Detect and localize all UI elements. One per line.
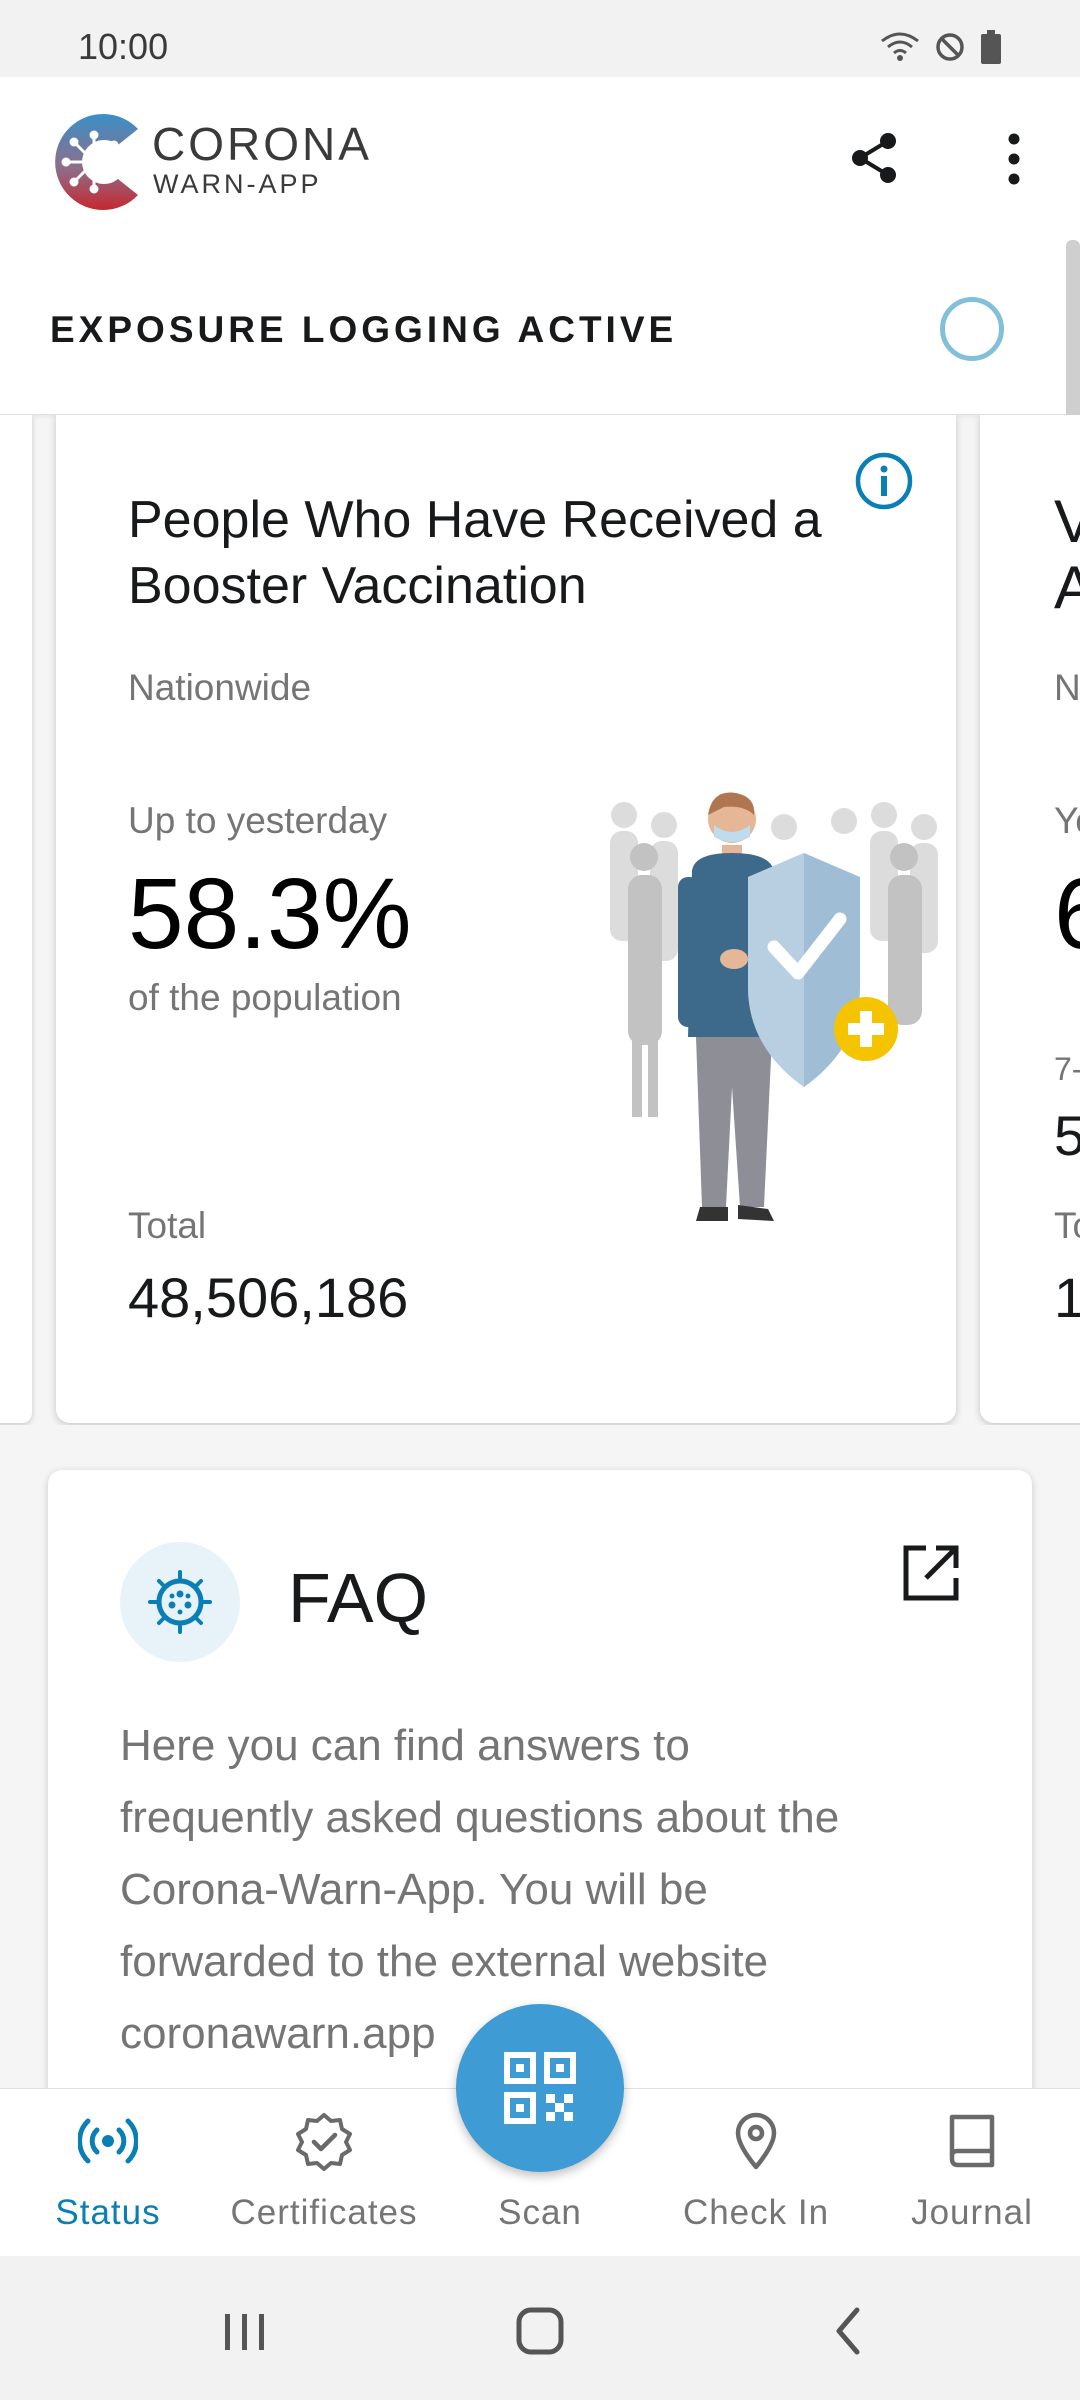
nav-label: Status xyxy=(55,2193,161,2232)
external-link-icon[interactable] xyxy=(898,1540,964,1606)
do-not-disturb-icon xyxy=(936,33,964,61)
card-region: Nationwide xyxy=(128,667,312,708)
peek-text: To xyxy=(1054,1205,1080,1246)
faq-virus-icon xyxy=(120,1542,240,1662)
faq-title: FAQ xyxy=(288,1559,429,1637)
peek-text: 5 xyxy=(1054,1104,1080,1167)
nav-label: Scan xyxy=(498,2193,582,2232)
peek-text: V xyxy=(1054,488,1080,555)
peek-text: 6 xyxy=(1054,857,1080,972)
radio-waves-icon xyxy=(78,2118,138,2164)
exposure-logging-tile[interactable]: EXPOSURE LOGGING ACTIVE xyxy=(0,237,1080,415)
exposure-status-ring-icon xyxy=(940,297,1004,361)
wifi-icon xyxy=(881,32,919,61)
qr-code-icon xyxy=(504,2052,576,2124)
peek-text: Ye xyxy=(1054,800,1080,841)
next-statistics-card[interactable]: V A N Ye 6 7- 5 To 1 xyxy=(980,415,1080,1423)
peek-text: 7- xyxy=(1054,1051,1080,1087)
book-icon xyxy=(949,2114,995,2168)
nav-label: Journal xyxy=(911,2193,1033,2232)
card-title: People Who Have Received a Booster Vacci… xyxy=(128,491,822,615)
nav-check-in[interactable]: Check In xyxy=(648,2089,864,2257)
badge-check-icon xyxy=(296,2113,352,2171)
recent-apps-icon[interactable] xyxy=(210,2296,280,2366)
card-subtext: of the population xyxy=(128,977,402,1018)
status-icons xyxy=(880,30,1002,64)
status-bar: 10:00 xyxy=(0,0,1080,77)
logo-subtitle: WARN-APP xyxy=(153,169,322,199)
app-bar: CORONA WARN-APP xyxy=(0,77,1080,237)
battery-icon xyxy=(981,30,1001,64)
nav-certificates[interactable]: Certificates xyxy=(216,2089,432,2257)
booster-percentage: 58.3% xyxy=(128,858,412,970)
total-label: Total xyxy=(128,1205,207,1246)
nav-journal[interactable]: Journal xyxy=(864,2089,1080,2257)
exposure-logging-label: EXPOSURE LOGGING ACTIVE xyxy=(50,309,678,350)
peek-text: A xyxy=(1054,554,1080,621)
scan-qr-button[interactable] xyxy=(456,2004,624,2172)
booster-person-shield-icon xyxy=(610,792,938,1221)
card-period: Up to yesterday xyxy=(128,800,388,841)
nav-status[interactable]: Status xyxy=(0,2089,216,2257)
nav-label: Certificates xyxy=(230,2193,418,2232)
peek-text: N xyxy=(1054,667,1080,708)
location-pin-icon xyxy=(735,2112,777,2170)
share-icon[interactable] xyxy=(848,127,904,189)
booster-vaccination-card: People Who Have Received a Booster Vacci… xyxy=(56,415,956,1423)
statistics-carousel[interactable]: People Who Have Received a Booster Vacci… xyxy=(0,415,1080,1425)
nav-label: Check In xyxy=(682,2193,830,2232)
system-navigation-bar xyxy=(0,2256,1080,2400)
logo-title: CORONA xyxy=(152,118,372,170)
total-value: 48,506,186 xyxy=(128,1266,409,1329)
home-icon[interactable] xyxy=(505,2296,575,2366)
back-icon[interactable] xyxy=(815,2296,885,2366)
previous-statistics-card[interactable] xyxy=(0,415,32,1423)
more-options-icon[interactable] xyxy=(990,129,1038,189)
corona-warn-app-logo-icon xyxy=(55,114,138,211)
info-icon[interactable] xyxy=(854,451,914,511)
peek-text: 1 xyxy=(1054,1266,1080,1329)
status-time: 10:00 xyxy=(78,26,169,67)
